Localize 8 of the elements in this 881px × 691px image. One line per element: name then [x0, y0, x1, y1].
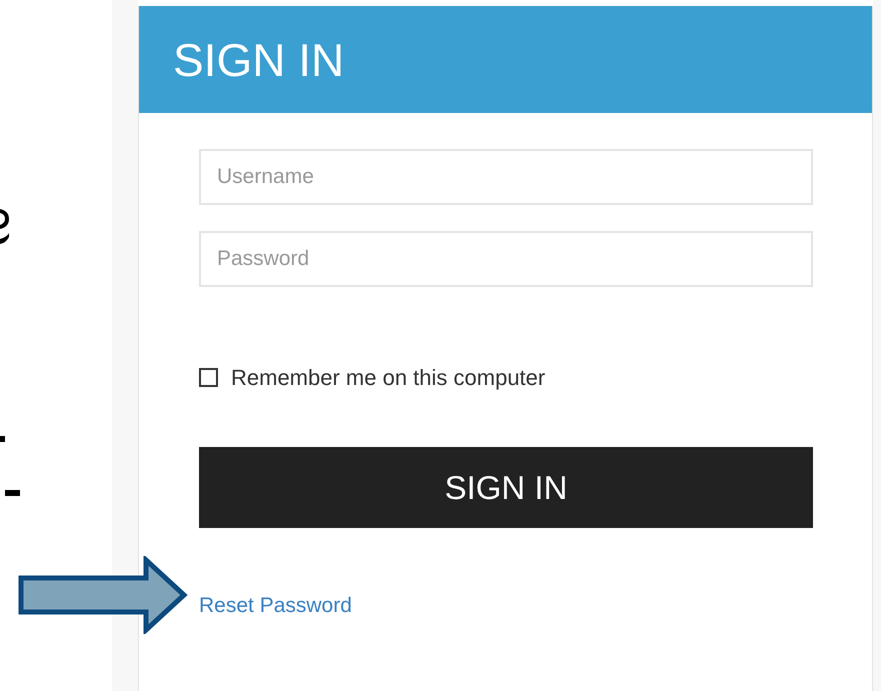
password-field[interactable]: Password [199, 231, 813, 287]
checkbox[interactable] [199, 368, 218, 387]
panel-title: SIGN IN [173, 36, 344, 82]
checkbox-label: Remember me on this computer [231, 364, 546, 392]
arrow-icon [18, 556, 188, 634]
reset-password-link[interactable]: Reset Password [199, 594, 352, 617]
sign-in-button[interactable]: SIGN IN [199, 447, 813, 528]
username-field[interactable]: Username [199, 149, 813, 205]
